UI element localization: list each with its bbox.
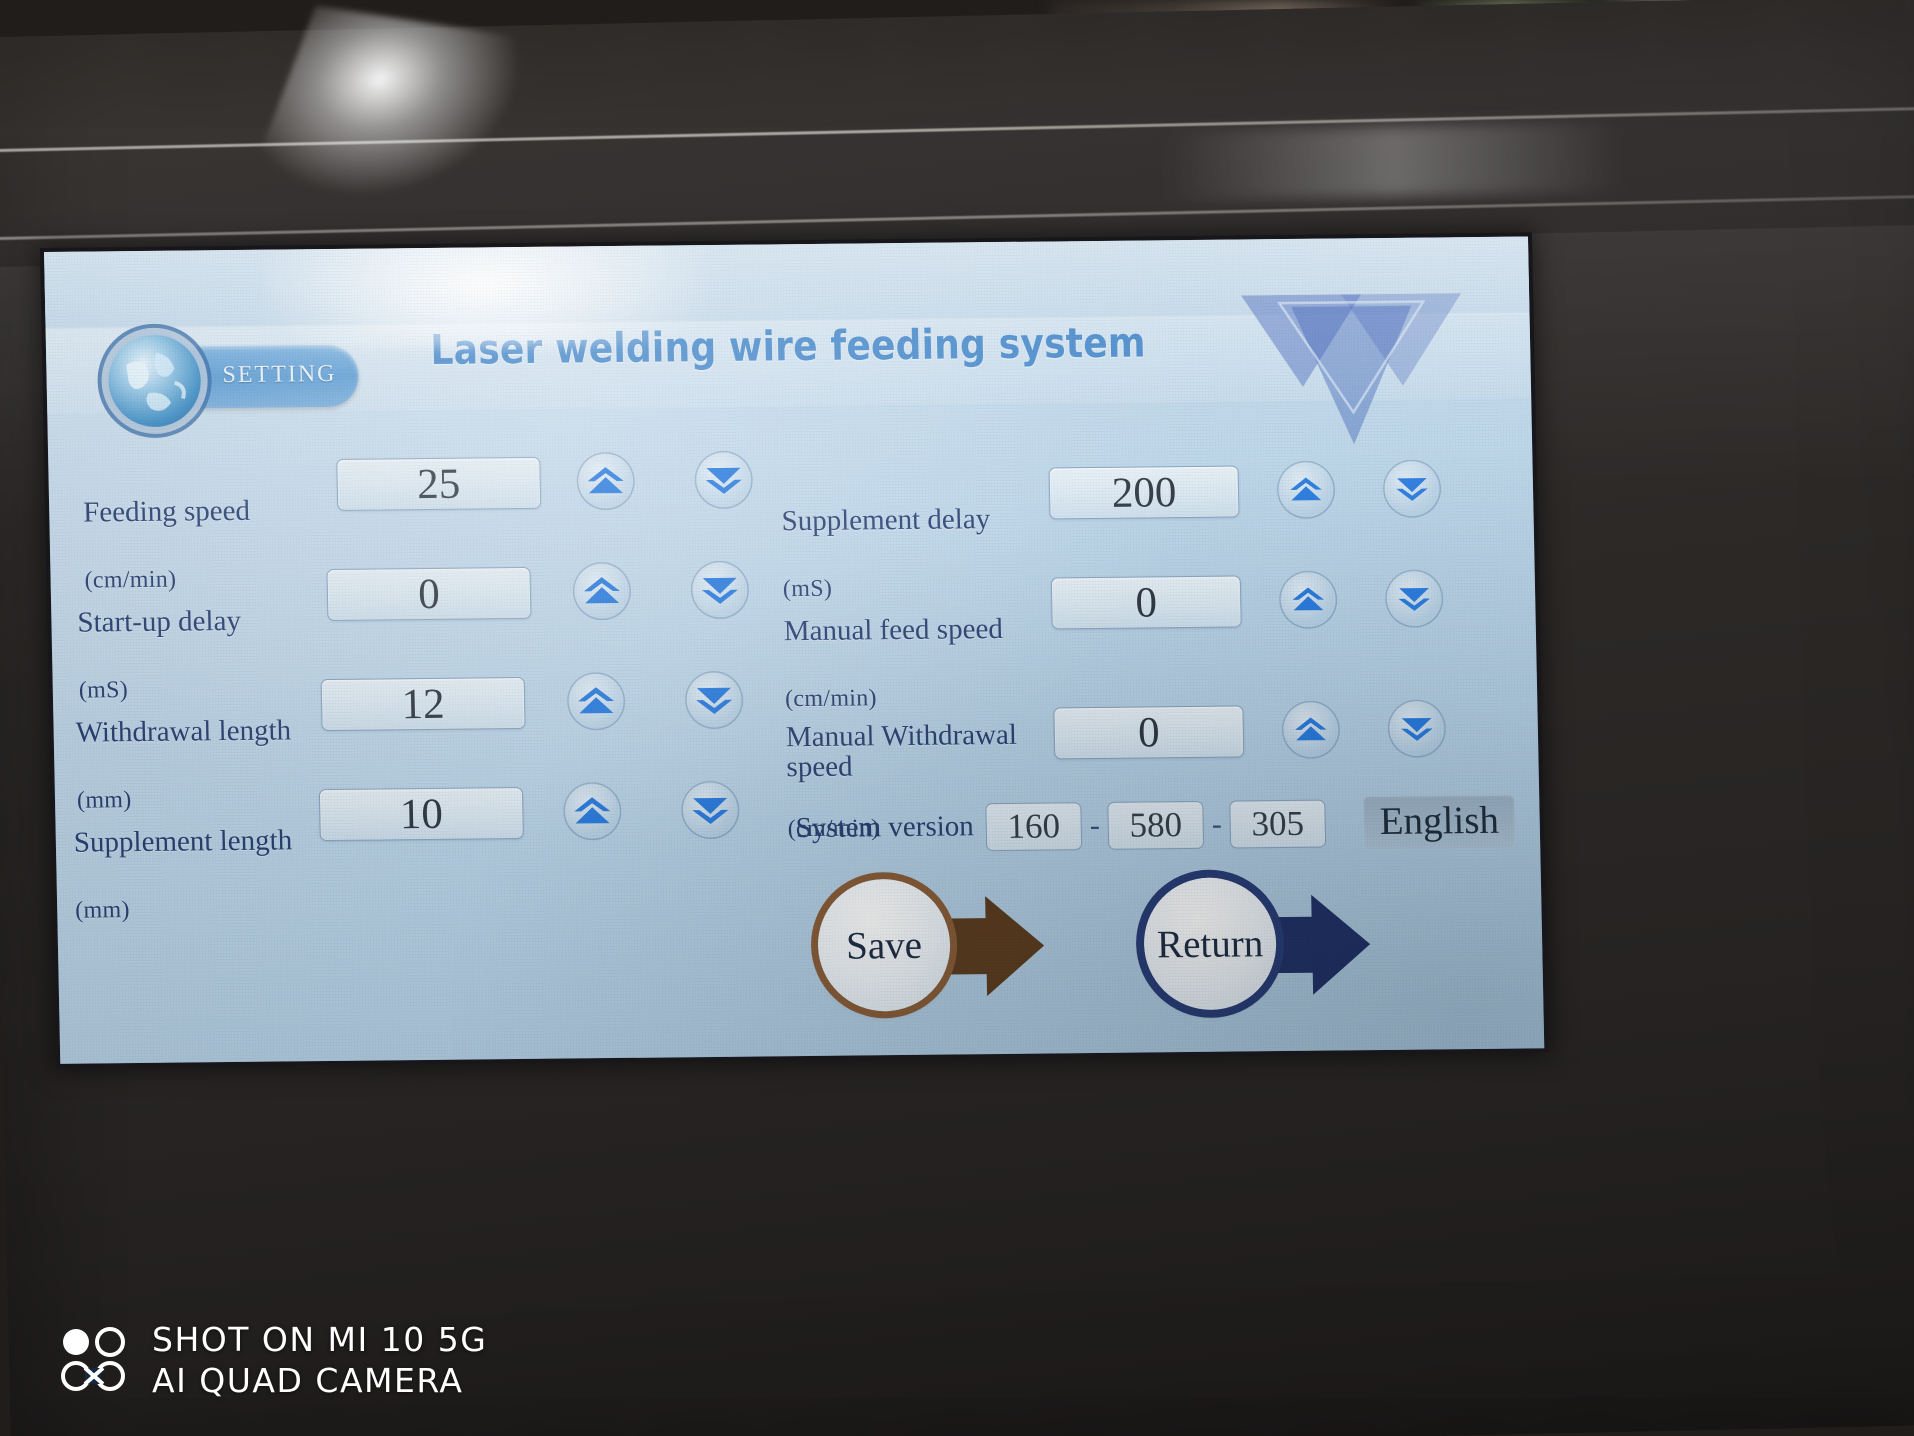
chevron-double-down-icon <box>1401 717 1433 741</box>
chevron-double-down-icon <box>696 687 733 714</box>
supplement-length-up-button[interactable] <box>562 781 622 841</box>
chevron-double-up-icon <box>1292 587 1324 611</box>
withdrawal-length-field[interactable]: 12 <box>320 676 526 732</box>
param-label-text: Supplement delay <box>781 503 991 538</box>
param-label-text: Withdrawal length <box>75 714 292 749</box>
watermark-lines: SHOT ON MI 10 5G AI QUAD CAMERA <box>152 1320 487 1400</box>
chevron-double-down-icon <box>705 467 742 494</box>
chevron-double-up-icon <box>583 577 620 604</box>
bezel-glare-highlight <box>250 5 534 212</box>
param-label-text: Manual Withdrawal speed <box>785 718 1018 784</box>
system-version-separator: - <box>1211 807 1223 841</box>
startup-delay-field[interactable]: 0 <box>326 566 532 622</box>
param-label: Supplement length (mm) <box>73 791 294 927</box>
supplement-delay-down-button[interactable] <box>1382 459 1442 518</box>
param-row-startup-delay: Start-up delay (mS) 0 <box>68 560 770 704</box>
param-label-text: Supplement length <box>73 824 293 859</box>
param-row-supplement-length: Supplement length (mm) 10 <box>73 780 775 924</box>
hmi-screen: SETTING Laser welding wire feeding syste… <box>44 236 1545 1064</box>
system-version-part1: 160 <box>985 801 1083 851</box>
manual-withdrawal-speed-up-button[interactable] <box>1281 700 1341 760</box>
manual-withdrawal-speed-down-button[interactable] <box>1387 699 1447 758</box>
return-button-label: Return <box>1142 877 1278 1011</box>
watermark-line-1: SHOT ON MI 10 5G <box>152 1320 488 1359</box>
feeding-speed-up-button[interactable] <box>576 451 636 511</box>
chevron-double-up-icon <box>587 467 624 494</box>
chevron-double-down-icon <box>1396 478 1428 501</box>
chevron-double-down-icon <box>692 797 729 825</box>
language-button[interactable]: English <box>1363 794 1516 850</box>
photo-scene: SETTING Laser welding wire feeding syste… <box>0 0 1914 1436</box>
supplement-delay-field[interactable]: 200 <box>1048 465 1240 520</box>
startup-delay-down-button[interactable] <box>690 560 750 620</box>
system-version-row: System version 160 - 580 - 305 English <box>795 794 1516 856</box>
chevron-double-up-icon <box>1290 477 1322 501</box>
param-row-manual-feed-speed: Manual feed speed (cm/min) 0 <box>767 569 1529 712</box>
feeding-speed-down-button[interactable] <box>694 450 754 510</box>
param-row-supplement-delay: Supplement delay (mS) 200 <box>765 459 1527 602</box>
feeding-speed-field[interactable]: 25 <box>336 456 542 511</box>
save-button-label: Save <box>816 878 952 1012</box>
system-version-part3: 305 <box>1229 799 1327 849</box>
param-label-text: Manual feed speed <box>783 612 1004 648</box>
left-parameter-column: Feeding speed (cm/min) 25 Start-up delay… <box>66 450 775 924</box>
manual-feed-speed-up-button[interactable] <box>1278 570 1338 630</box>
param-row-withdrawal-length: Withdrawal length (mm) 12 <box>71 670 773 814</box>
withdrawal-length-up-button[interactable] <box>566 671 626 731</box>
setting-badge-label: SETTING <box>222 360 337 389</box>
startup-delay-up-button[interactable] <box>572 561 632 621</box>
chevron-double-down-icon <box>1398 587 1430 611</box>
supplement-delay-up-button[interactable] <box>1276 460 1336 520</box>
manual-feed-speed-field[interactable]: 0 <box>1050 575 1242 630</box>
right-parameter-column: Supplement delay (mS) 200 Manual feed sp… <box>765 459 1532 842</box>
setting-badge[interactable]: SETTING <box>107 334 360 428</box>
chevron-double-down-icon <box>701 577 738 604</box>
chevron-double-up-icon <box>574 797 611 824</box>
quad-camera-icon <box>61 1327 125 1391</box>
bezel-glare-streak <box>1162 121 1624 202</box>
param-row-manual-withdrawal-speed: Manual Withdrawal speed (cm/min) 0 <box>769 684 1531 842</box>
chevron-double-up-icon <box>578 687 615 714</box>
manual-feed-speed-down-button[interactable] <box>1384 569 1444 628</box>
save-button[interactable]: Save <box>816 878 1050 1012</box>
system-version-label: System version <box>795 810 975 845</box>
watermark-line-2: AI QUAD CAMERA <box>152 1361 464 1400</box>
param-label-text: Start-up delay <box>77 604 242 639</box>
camera-watermark: SHOT ON MI 10 5G AI QUAD CAMERA <box>58 1320 487 1400</box>
param-unit: (mm) <box>74 897 131 924</box>
system-version-part2: 580 <box>1107 800 1205 850</box>
manual-withdrawal-speed-field[interactable]: 0 <box>1053 705 1245 760</box>
supplement-length-down-button[interactable] <box>680 780 740 840</box>
param-row-feeding-speed: Feeding speed (cm/min) 25 <box>66 450 768 594</box>
bezel-seam-lower <box>0 194 1914 241</box>
supplement-length-field[interactable]: 10 <box>318 786 524 842</box>
system-version-separator: - <box>1089 808 1101 842</box>
withdrawal-length-down-button[interactable] <box>684 670 744 730</box>
chevron-double-up-icon <box>1295 717 1327 741</box>
return-button[interactable]: Return <box>1142 876 1376 1011</box>
globe-icon <box>107 334 202 428</box>
param-label-text: Feeding speed <box>82 494 251 529</box>
